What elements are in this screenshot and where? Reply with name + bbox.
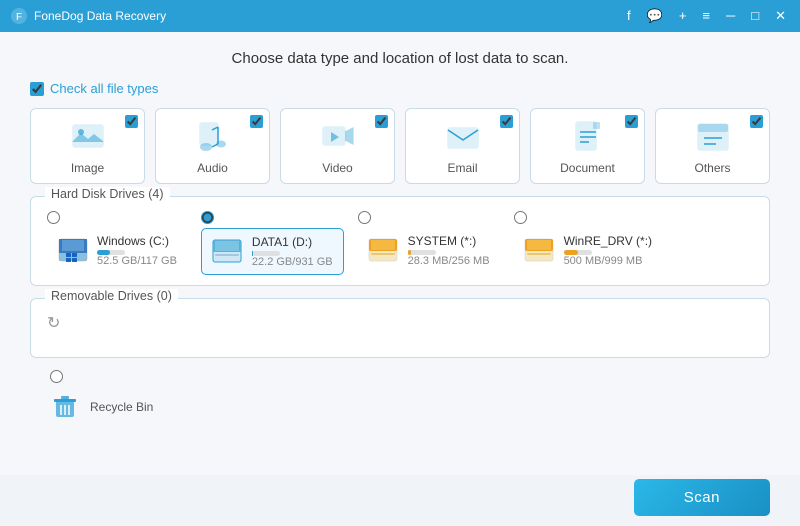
bottom-bar: Scan bbox=[0, 475, 800, 526]
drive-system-size: 28.3 MB/256 MB bbox=[408, 255, 490, 267]
drive-c-radio[interactable] bbox=[47, 211, 60, 224]
chat-icon[interactable]: 💬 bbox=[643, 8, 667, 24]
hard-disk-section: Hard Disk Drives (4) bbox=[30, 196, 770, 286]
document-label: Document bbox=[560, 161, 615, 175]
drives-row: Windows (C:) 52.5 GB/117 GB bbox=[47, 211, 753, 275]
drive-d-name: DATA1 (D:) bbox=[252, 235, 333, 249]
drive-system[interactable]: SYSTEM (*:) 28.3 MB/256 MB bbox=[358, 211, 500, 273]
document-icon bbox=[570, 119, 606, 155]
plus-icon[interactable]: + bbox=[675, 8, 691, 24]
drive-winre[interactable]: WinRE_DRV (*:) 500 MB/999 MB bbox=[514, 211, 662, 273]
drive-winre-radio[interactable] bbox=[514, 211, 527, 224]
file-type-video[interactable]: Video bbox=[280, 108, 395, 184]
drive-winre-name: WinRE_DRV (*:) bbox=[564, 234, 652, 248]
drive-c-size: 52.5 GB/117 GB bbox=[97, 255, 177, 267]
video-icon bbox=[320, 119, 356, 155]
main-content: Choose data type and location of lost da… bbox=[0, 32, 800, 475]
facebook-icon[interactable]: f bbox=[623, 8, 635, 24]
drive-d-size: 22.2 GB/931 GB bbox=[252, 256, 333, 268]
recycle-section: Recycle Bin bbox=[30, 370, 770, 423]
maximize-icon[interactable]: □ bbox=[747, 8, 763, 24]
document-checkbox[interactable] bbox=[625, 115, 638, 128]
removable-section: Removable Drives (0) ↻ bbox=[30, 298, 770, 358]
scan-button[interactable]: Scan bbox=[634, 479, 770, 516]
others-checkbox[interactable] bbox=[750, 115, 763, 128]
recycle-radio[interactable] bbox=[50, 370, 63, 383]
app-icon: F bbox=[10, 7, 28, 25]
drive-d-info: DATA1 (D:) 22.2 GB/931 GB bbox=[252, 235, 333, 268]
email-label: Email bbox=[447, 161, 477, 175]
hard-disk-title: Hard Disk Drives (4) bbox=[45, 187, 170, 201]
others-icon bbox=[695, 119, 731, 155]
file-type-email[interactable]: Email bbox=[405, 108, 520, 184]
video-checkbox[interactable] bbox=[375, 115, 388, 128]
drive-d-inner: DATA1 (D:) 22.2 GB/931 GB bbox=[201, 228, 344, 275]
recycle-item[interactable]: Recycle Bin bbox=[50, 391, 153, 423]
recycle-bin-icon bbox=[50, 391, 82, 423]
file-type-document[interactable]: Document bbox=[530, 108, 645, 184]
drive-c-name: Windows (C:) bbox=[97, 234, 177, 248]
file-type-others[interactable]: Others bbox=[655, 108, 770, 184]
drive-system-inner: SYSTEM (*:) 28.3 MB/256 MB bbox=[358, 228, 500, 273]
page-heading: Choose data type and location of lost da… bbox=[30, 50, 770, 67]
check-all-row: Check all file types bbox=[30, 81, 770, 96]
drive-c-info: Windows (C:) 52.5 GB/117 GB bbox=[97, 234, 177, 267]
svg-text:F: F bbox=[16, 12, 22, 23]
check-all-label: Check all file types bbox=[50, 81, 158, 96]
email-checkbox[interactable] bbox=[500, 115, 513, 128]
removable-title: Removable Drives (0) bbox=[45, 289, 178, 303]
minimize-icon[interactable]: ─ bbox=[722, 8, 739, 24]
drive-d[interactable]: DATA1 (D:) 22.2 GB/931 GB bbox=[201, 211, 344, 275]
drive-winre-info: WinRE_DRV (*:) 500 MB/999 MB bbox=[564, 234, 652, 267]
drive-winre-icon bbox=[524, 235, 556, 267]
close-icon[interactable]: ✕ bbox=[771, 8, 790, 24]
file-types-row: Image Audio bbox=[30, 108, 770, 184]
drive-system-info: SYSTEM (*:) 28.3 MB/256 MB bbox=[408, 234, 490, 267]
drive-d-icon bbox=[212, 236, 244, 268]
image-checkbox[interactable] bbox=[125, 115, 138, 128]
drive-c-inner: Windows (C:) 52.5 GB/117 GB bbox=[47, 228, 187, 273]
check-all-checkbox[interactable] bbox=[30, 82, 44, 96]
drive-system-icon bbox=[368, 235, 400, 267]
app-title: FoneDog Data Recovery bbox=[34, 9, 623, 23]
titlebar: F FoneDog Data Recovery f 💬 + ≡ ─ □ ✕ bbox=[0, 0, 800, 32]
file-type-image[interactable]: Image bbox=[30, 108, 145, 184]
audio-label: Audio bbox=[197, 161, 228, 175]
drive-system-radio[interactable] bbox=[358, 211, 371, 224]
video-label: Video bbox=[322, 161, 352, 175]
email-icon bbox=[445, 119, 481, 155]
removable-row: ↻ bbox=[47, 313, 753, 333]
drive-d-radio[interactable] bbox=[201, 211, 214, 224]
window-controls: f 💬 + ≡ ─ □ ✕ bbox=[623, 8, 790, 24]
drive-c[interactable]: Windows (C:) 52.5 GB/117 GB bbox=[47, 211, 187, 273]
drive-c-icon bbox=[57, 235, 89, 267]
image-label: Image bbox=[71, 161, 104, 175]
drive-winre-inner: WinRE_DRV (*:) 500 MB/999 MB bbox=[514, 228, 662, 273]
menu-icon[interactable]: ≡ bbox=[698, 8, 714, 24]
others-label: Others bbox=[694, 161, 730, 175]
image-icon bbox=[70, 119, 106, 155]
file-type-audio[interactable]: Audio bbox=[155, 108, 270, 184]
drive-winre-size: 500 MB/999 MB bbox=[564, 255, 652, 267]
recycle-label: Recycle Bin bbox=[90, 400, 153, 414]
refresh-icon[interactable]: ↻ bbox=[47, 313, 60, 333]
drive-system-name: SYSTEM (*:) bbox=[408, 234, 490, 248]
audio-icon bbox=[195, 119, 231, 155]
audio-checkbox[interactable] bbox=[250, 115, 263, 128]
